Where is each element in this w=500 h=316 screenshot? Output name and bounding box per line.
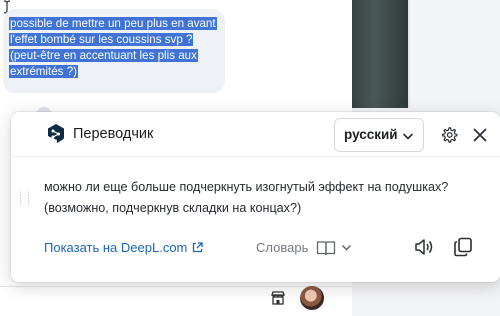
selected-message-text[interactable]: possible de mettre un peu plus en avant … xyxy=(9,16,223,80)
translator-header: Переводчик русский xyxy=(11,112,500,156)
close-icon[interactable] xyxy=(472,127,488,143)
shop-icon[interactable] xyxy=(270,290,286,306)
target-language-select[interactable]: русский xyxy=(334,118,424,152)
gear-icon[interactable] xyxy=(440,126,458,144)
translator-title: Переводчик xyxy=(73,126,154,142)
open-in-deepl-label: Показать на DeepL.com xyxy=(44,240,188,255)
product-image xyxy=(352,0,410,108)
book-icon[interactable] xyxy=(316,240,336,256)
chat-input-divider xyxy=(0,286,352,287)
deepl-logo-icon xyxy=(48,124,64,143)
dictionary-label[interactable]: Словарь xyxy=(256,240,308,255)
user-avatar[interactable] xyxy=(300,286,324,310)
translation-text: можно ли еще больше подчеркнуть изогнуты… xyxy=(44,180,449,215)
target-language-value: русский xyxy=(344,127,398,142)
external-link-icon xyxy=(193,242,204,253)
chevron-down-icon xyxy=(402,133,414,140)
speaker-icon[interactable] xyxy=(414,238,434,256)
header-divider xyxy=(11,156,500,157)
translator-popup: ⋮⋮ ⋮⋮ Переводчик русский можно ли еще бол… xyxy=(11,112,500,282)
chevron-down-icon[interactable] xyxy=(341,242,352,253)
translator-footer: Показать на DeepL.com Словарь xyxy=(11,236,500,266)
open-in-deepl-link[interactable]: Показать на DeepL.com xyxy=(44,240,204,255)
drag-handle-icon[interactable]: ⋮⋮ ⋮⋮ xyxy=(16,191,33,206)
copy-icon[interactable] xyxy=(453,237,473,257)
